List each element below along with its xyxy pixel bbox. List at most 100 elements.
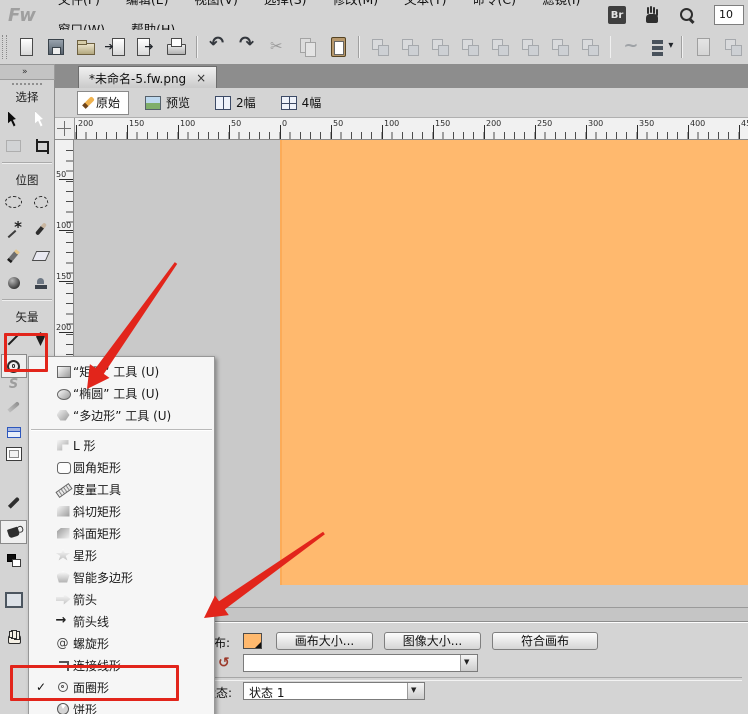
document-tab[interactable]: *未命名-5.fw.png × (78, 66, 217, 89)
menu-item-2[interactable]: 视图(V) (182, 0, 251, 7)
view-tab-预览[interactable]: 预览 (136, 91, 199, 115)
chevron-down-icon[interactable] (407, 683, 424, 699)
preview-icon (145, 96, 161, 110)
blur-tool[interactable] (1, 271, 27, 295)
flyout-item-rounded-rect[interactable]: 圆角矩形 (29, 456, 214, 478)
h-ruler-major-tick (535, 125, 536, 139)
canvas[interactable] (280, 140, 748, 585)
document-tab-title: *未命名-5.fw.png (89, 70, 186, 87)
zoom-level-input[interactable]: 10 (714, 5, 744, 25)
h-ruler-label: 400 (690, 119, 705, 128)
print-icon[interactable] (164, 35, 188, 59)
annotation-box-doughnut-item (10, 665, 179, 701)
flyout-item-arrow-line[interactable]: 箭头线 (29, 610, 214, 632)
new-document-icon[interactable] (14, 35, 38, 59)
state-dropdown[interactable]: 状态 1 (243, 682, 425, 700)
paint-bucket-tool-icon (7, 526, 20, 538)
hand-tool[interactable] (0, 625, 27, 649)
bevel-rect-shape (56, 527, 71, 540)
flyout-item-polygon[interactable]: “多边形” 工具 (U) (29, 404, 214, 426)
hand-tool-icon (7, 631, 21, 644)
canvas-color-swatch[interactable] (243, 633, 262, 649)
view-tab-label: 原始 (96, 94, 120, 111)
pencil-tool[interactable] (1, 244, 27, 268)
send-backward-icon (548, 35, 572, 59)
v-ruler-label: 150 (56, 272, 71, 281)
view-tab-2幅[interactable]: 2幅 (206, 91, 265, 115)
marquee-tool[interactable] (1, 190, 27, 214)
canvas-size-button[interactable]: 画布大小... (276, 632, 373, 650)
close-icon[interactable]: × (196, 72, 206, 84)
align-icon[interactable] (649, 35, 673, 59)
slice-tool[interactable] (0, 420, 27, 444)
union-icon (428, 35, 452, 59)
toolbar-drag-handle[interactable] (2, 35, 7, 59)
h-ruler-major-tick (280, 125, 281, 139)
eyedropper-tool[interactable] (0, 490, 27, 514)
flyout-item-smart-polygon[interactable]: 智能多边形 (29, 566, 214, 588)
flyout-item-arrow[interactable]: 箭头 (29, 588, 214, 610)
flyout-item-label: 度量工具 (73, 481, 121, 498)
crop-tool[interactable] (28, 134, 54, 158)
pointer-tool[interactable] (1, 107, 27, 131)
redo-icon[interactable] (236, 35, 260, 59)
flyout-item-star[interactable]: 星形 (29, 544, 214, 566)
export-icon[interactable] (134, 35, 158, 59)
view-tab-原始[interactable]: 原始 (77, 91, 129, 115)
flyout-item-l-shape[interactable]: L 形 (29, 434, 214, 456)
flyout-item-ruler[interactable]: 度量工具 (29, 478, 214, 500)
magic-wand-tool[interactable] (1, 217, 27, 241)
menu-item-1[interactable]: 编辑(E) (113, 0, 182, 7)
chamfer-rect-icon (53, 505, 73, 518)
export-preview-icon (691, 35, 715, 59)
save-icon[interactable] (44, 35, 68, 59)
menu-item-6[interactable]: 命令(C) (460, 0, 529, 7)
hide-slices-tool[interactable] (0, 442, 27, 466)
menu-item-3[interactable]: 选择(S) (251, 0, 320, 7)
shape-tool-flyout-menu: “矩形” 工具 (U)“椭圆” 工具 (U) “多边形” 工具 (U) L 形圆角矩… (28, 356, 215, 714)
menu-item-0[interactable]: 文件(F) (45, 0, 113, 7)
lasso-tool[interactable] (28, 190, 54, 214)
paste-icon[interactable] (326, 35, 350, 59)
open-icon[interactable] (74, 35, 98, 59)
eraser-tool[interactable] (28, 244, 54, 268)
paint-bucket-tool[interactable] (0, 520, 27, 544)
flyout-item-bevel-rect[interactable]: 斜面矩形 (29, 522, 214, 544)
export-area-tool[interactable] (0, 588, 27, 612)
stroke-fill-chips[interactable] (0, 548, 27, 572)
image-size-button[interactable]: 图像大小... (384, 632, 481, 650)
h-ruler-label: 200 (78, 119, 93, 128)
bridge-icon[interactable]: Br (608, 6, 626, 24)
gif-loop-icon[interactable]: ↺ (218, 655, 230, 671)
rect-icon (53, 365, 73, 378)
fit-canvas-button[interactable]: 符合画布 (492, 632, 598, 650)
flyout-item-ellipse[interactable]: “椭圆” 工具 (U) (29, 382, 214, 404)
search-icon[interactable] (679, 7, 695, 23)
rounded-rect-icon (53, 461, 73, 474)
menu-item-5[interactable]: 文本(T) (391, 0, 459, 7)
import-icon[interactable] (104, 35, 128, 59)
flyout-item-rect[interactable]: “矩形” 工具 (U) (29, 360, 214, 382)
flyout-item-label: “多边形” 工具 (U) (73, 407, 171, 424)
rubber-stamp-tool[interactable] (28, 271, 54, 295)
toolbar-separator (196, 36, 198, 58)
tools-dock-collapse[interactable]: » (0, 64, 55, 80)
subselect-tool-icon (35, 112, 46, 127)
chevron-down-icon[interactable] (460, 655, 477, 671)
undo-icon[interactable] (206, 35, 230, 59)
flyout-item-spiral[interactable]: 螺旋形 (29, 632, 214, 654)
menu-item-4[interactable]: 修改(M) (320, 0, 392, 7)
flyout-item-chamfer-rect[interactable]: 斜切矩形 (29, 500, 214, 522)
view-tab-4幅[interactable]: 4幅 (272, 91, 331, 115)
flyout-item-label: 螺旋形 (73, 635, 109, 652)
fireworks-logo: Fw (8, 5, 35, 26)
h-ruler-label: 50 (333, 119, 343, 128)
loop-dropdown[interactable] (243, 654, 478, 672)
brush-tool[interactable] (28, 217, 54, 241)
ruler-origin-icon[interactable] (55, 118, 75, 140)
subselect-tool[interactable] (28, 107, 54, 131)
flyout-item-label: 星形 (73, 547, 97, 564)
flyout-item-label: 圆角矩形 (73, 459, 121, 476)
hand-icon[interactable] (645, 7, 660, 23)
menu-item-7[interactable]: 滤镜(I) (529, 0, 593, 7)
